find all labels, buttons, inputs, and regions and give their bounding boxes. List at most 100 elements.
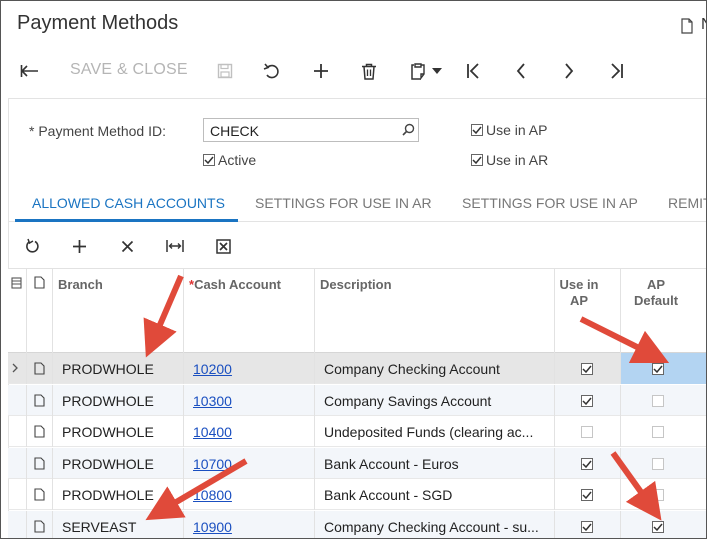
cell-description[interactable]: Company Savings Account bbox=[324, 385, 549, 416]
cell-description[interactable]: Undeposited Funds (clearing ac... bbox=[324, 416, 549, 447]
use-in-ap-label: Use in AP bbox=[486, 122, 548, 138]
cell-branch[interactable]: PRODWHOLE bbox=[62, 416, 187, 447]
file-icon[interactable] bbox=[34, 362, 45, 375]
cell-description[interactable]: Bank Account - SGD bbox=[324, 479, 549, 510]
add-row-button[interactable] bbox=[70, 237, 88, 255]
save-button[interactable] bbox=[215, 61, 235, 81]
cell-cash-account-link[interactable]: 10300 bbox=[193, 393, 232, 409]
clipboard-menu-button[interactable] bbox=[405, 60, 447, 82]
table-row[interactable]: PRODWHOLE 10300 Company Savings Account bbox=[8, 385, 706, 416]
ap-default-checkbox[interactable] bbox=[651, 362, 664, 375]
column-header-ap-default[interactable]: AP Default bbox=[621, 277, 691, 309]
check-icon bbox=[582, 523, 592, 531]
cell-branch[interactable]: PRODWHOLE bbox=[62, 353, 187, 384]
use-in-ap-checkbox[interactable] bbox=[581, 457, 593, 470]
cell-ap-default bbox=[621, 385, 706, 416]
cell-cash-account-wrap: 10400 bbox=[193, 416, 313, 447]
required-mark: * bbox=[29, 123, 35, 139]
export-excel-button[interactable] bbox=[214, 237, 232, 255]
cell-branch[interactable]: PRODWHOLE bbox=[62, 479, 187, 510]
payment-method-id-input[interactable]: CHECK bbox=[203, 118, 419, 142]
table-row[interactable]: PRODWHOLE 10800 Bank Account - SGD bbox=[8, 479, 706, 510]
use-in-ar-checkbox-row[interactable]: Use in AR bbox=[471, 152, 548, 168]
table-row[interactable]: PRODWHOLE 10700 Bank Account - Euros bbox=[8, 448, 706, 479]
use-in-ap-checkbox[interactable] bbox=[581, 362, 593, 375]
table-row[interactable]: PRODWHOLE 10400 Undeposited Funds (clearin… bbox=[8, 416, 706, 447]
ap-default-checkbox[interactable] bbox=[651, 488, 664, 501]
file-icon[interactable] bbox=[34, 394, 45, 407]
check-icon bbox=[582, 491, 592, 499]
refresh-icon bbox=[25, 238, 39, 253]
tab-allowed-cash-accounts[interactable]: ALLOWED CASH ACCOUNTS bbox=[32, 195, 225, 211]
undo-button[interactable] bbox=[261, 61, 283, 81]
cell-use-in-ap bbox=[554, 353, 620, 384]
row-status-icon[interactable] bbox=[11, 277, 22, 289]
use-in-ap-checkbox[interactable] bbox=[581, 520, 593, 533]
file-icon bbox=[34, 276, 45, 289]
cell-cash-account-link[interactable]: 10400 bbox=[193, 424, 232, 440]
search-icon[interactable] bbox=[402, 123, 415, 136]
refresh-button[interactable] bbox=[23, 237, 41, 255]
column-header-description[interactable]: Description bbox=[320, 277, 392, 292]
cell-description[interactable]: Bank Account - Euros bbox=[324, 448, 549, 479]
use-in-ap-checkbox[interactable] bbox=[581, 394, 593, 407]
cell-ap-default bbox=[621, 416, 706, 447]
column-header-branch[interactable]: Branch bbox=[58, 277, 103, 292]
cell-description[interactable]: Company Checking Account - su... bbox=[324, 511, 549, 538]
add-button[interactable] bbox=[310, 60, 332, 82]
file-icon[interactable] bbox=[34, 520, 45, 533]
use-in-ap-checkbox[interactable] bbox=[471, 124, 483, 136]
fit-columns-button[interactable] bbox=[165, 237, 185, 255]
active-checkbox-row[interactable]: Active bbox=[203, 152, 256, 168]
cell-cash-account-link[interactable]: 10900 bbox=[193, 519, 232, 535]
cell-description[interactable]: Company Checking Account bbox=[324, 353, 549, 384]
file-icon[interactable] bbox=[34, 488, 45, 501]
cell-cash-account-link[interactable]: 10800 bbox=[193, 487, 232, 503]
first-icon bbox=[467, 63, 479, 79]
file-icon[interactable] bbox=[34, 457, 45, 470]
cell-branch[interactable]: SERVEAST bbox=[62, 511, 187, 538]
check-icon bbox=[652, 365, 663, 373]
undo-icon bbox=[263, 63, 279, 79]
use-in-ap-checkbox[interactable] bbox=[581, 425, 593, 438]
column-header-cash-account[interactable]: *Cash Account bbox=[189, 277, 281, 292]
use-in-ar-checkbox[interactable] bbox=[471, 154, 483, 166]
column-header-ap-default-l2: Default bbox=[633, 293, 679, 308]
document-icon[interactable] bbox=[681, 18, 693, 34]
cell-cash-account-link[interactable]: 10700 bbox=[193, 456, 232, 472]
row-selector-chevron-icon bbox=[12, 363, 18, 373]
ap-default-checkbox[interactable] bbox=[651, 457, 664, 470]
ap-default-checkbox[interactable] bbox=[651, 394, 664, 407]
column-header-use-in-ap[interactable]: Use in AP bbox=[554, 277, 604, 309]
use-in-ap-checkbox-row[interactable]: Use in AP bbox=[471, 122, 547, 138]
clipboard-icon bbox=[411, 63, 425, 80]
delete-row-button[interactable] bbox=[118, 237, 136, 255]
close-icon bbox=[121, 240, 133, 252]
chevron-left-icon bbox=[516, 63, 525, 79]
active-label: Active bbox=[218, 152, 257, 168]
active-checkbox[interactable] bbox=[203, 154, 215, 166]
ap-default-checkbox[interactable] bbox=[651, 520, 664, 533]
use-in-ap-checkbox[interactable] bbox=[581, 488, 593, 501]
cell-cash-account-link[interactable]: 10200 bbox=[193, 361, 232, 377]
previous-record-button[interactable] bbox=[511, 60, 531, 82]
tab-settings-for-use-in-ar[interactable]: SETTINGS FOR USE IN AR bbox=[255, 195, 432, 211]
cell-branch[interactable]: PRODWHOLE bbox=[62, 448, 187, 479]
table-row[interactable]: PRODWHOLE 10200 Company Checking Account bbox=[8, 353, 706, 384]
next-record-button[interactable] bbox=[559, 60, 579, 82]
delete-button[interactable] bbox=[358, 60, 380, 82]
save-close-button[interactable]: SAVE & CLOSE bbox=[70, 61, 188, 79]
last-record-button[interactable] bbox=[607, 60, 627, 82]
tab-remit[interactable]: REMIT bbox=[668, 195, 706, 211]
file-icon[interactable] bbox=[34, 425, 45, 438]
cell-cash-account-wrap: 10700 bbox=[193, 448, 313, 479]
cell-branch[interactable]: PRODWHOLE bbox=[62, 385, 187, 416]
cell-ap-default bbox=[621, 511, 706, 538]
tab-settings-for-use-in-ap[interactable]: SETTINGS FOR USE IN AP bbox=[462, 195, 638, 211]
table-row[interactable]: SERVEAST 10900 Company Checking Account - … bbox=[8, 511, 706, 538]
page-title: Payment Methods bbox=[17, 12, 179, 34]
ap-default-checkbox[interactable] bbox=[651, 425, 664, 438]
back-button[interactable] bbox=[19, 61, 41, 81]
window: Payment Methods N SAVE & CLOSE * Payment… bbox=[0, 0, 707, 539]
first-record-button[interactable] bbox=[463, 60, 483, 82]
